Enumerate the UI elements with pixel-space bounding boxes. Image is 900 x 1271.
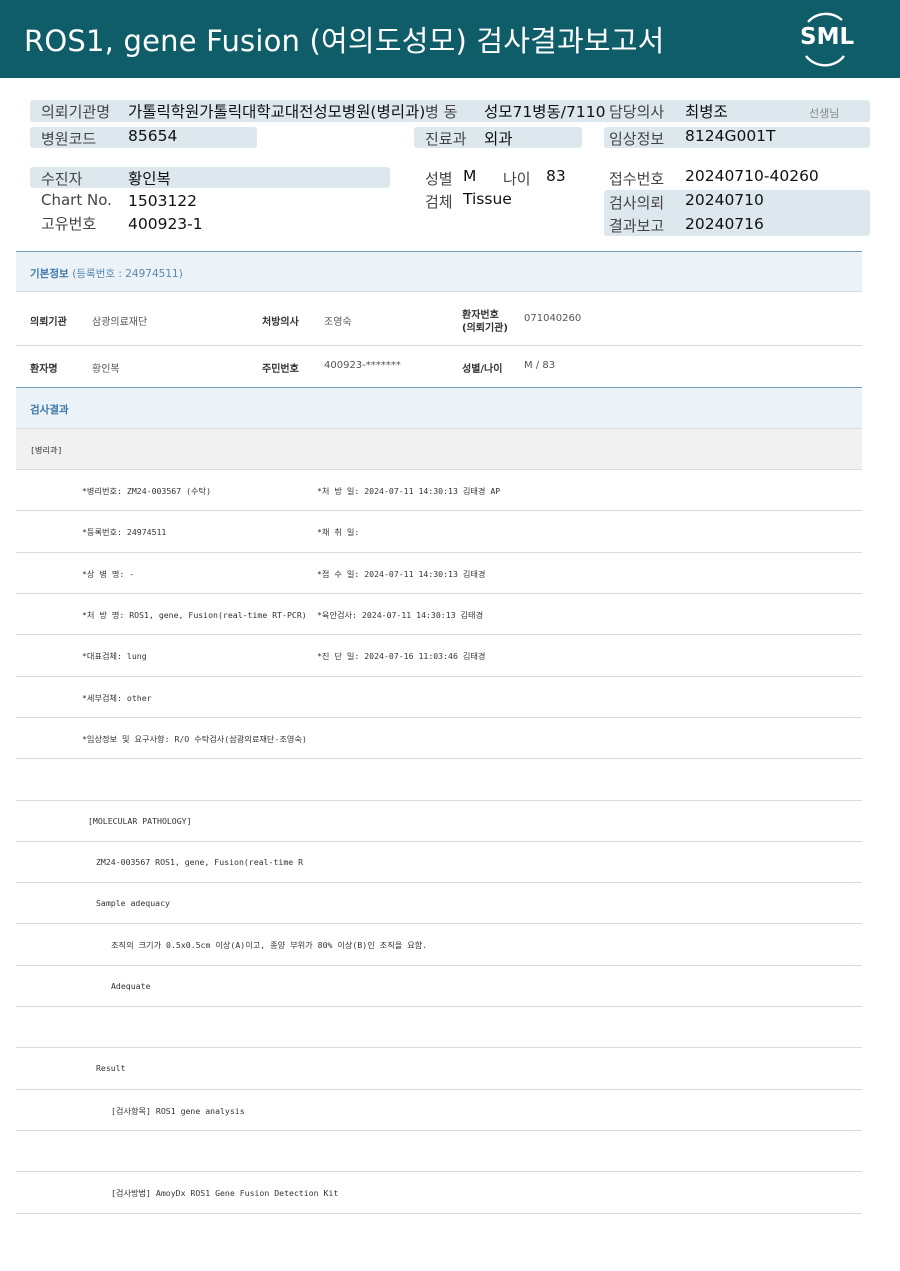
result-line-row: *상 병 명: - *접 수 일: 2024-07-11 14:30:13 김태경 (16, 553, 862, 595)
result-line-left: *대표검체: lung (82, 651, 147, 662)
molecular-text: ZM24-003567 ROS1, gene, Fusion(real-time… (96, 856, 304, 867)
result-line-left: *상 병 명: - (82, 568, 135, 579)
result-line-row: *임상정보 및 요구사항: R/O 수탁검사(삼광의료재단-조영숙) (16, 718, 862, 760)
ward-value: 성모71병동/7110 (484, 103, 606, 121)
report-title: ROS1, gene Fusion (여의도성모) 검사결과보고서 (24, 24, 665, 58)
chart-value: 1503122 (128, 192, 198, 210)
result-line-row: *세부검체: other (16, 677, 862, 718)
molecular-text: 조직의 크기가 0.5x0.5cm 이상(A)이고, 종양 부위가 80% 이상… (111, 940, 428, 951)
hospital-code-label: 병원코드 (41, 130, 97, 148)
doctor-suffix: 선생님 (809, 107, 840, 120)
results-section: 검사결과 (16, 387, 862, 429)
result-line-left: *임상정보 및 요구사항: R/O 수탁검사(삼광의료재단-조영숙) (82, 733, 307, 744)
subsection-label: [병리과] (30, 444, 63, 455)
request-value: 20240710 (685, 191, 764, 209)
dept-label: 진료과 (425, 130, 467, 148)
sex-value: M (463, 167, 477, 185)
result-line-left: *병리번호: ZM24-003567 (수탁) (82, 486, 211, 497)
result-table: 기본정보 (등록번호 : 24974511) 의뢰기관 삼광의료재단 처방의사 … (16, 251, 862, 1214)
age-label: 나이 (503, 170, 531, 188)
bi-patient-no-value: 071040260 (524, 313, 582, 325)
bi-prescriber-value: 조영숙 (324, 317, 352, 329)
doctor-value: 최병조 (685, 103, 728, 121)
specimen-value: Tissue (463, 190, 512, 208)
molecular-row: Adequate (16, 966, 862, 1008)
result-line-row: *병리번호: ZM24-003567 (수탁) *처 방 일: 2024-07-1… (16, 470, 862, 512)
basic-info-section: 기본정보 (등록번호 : 24974511) (16, 251, 862, 293)
logo-text: SML (800, 24, 855, 50)
molecular-row: Result (16, 1048, 862, 1090)
molecular-text: [MOLECULAR PATHOLOGY] (88, 815, 192, 826)
dept-value: 외과 (484, 130, 513, 148)
molecular-row (16, 1131, 862, 1173)
result-lines: *병리번호: ZM24-003567 (수탁) *처 방 일: 2024-07-1… (16, 470, 862, 801)
molecular-text: [검사항목] ROS1 gene analysis (111, 1105, 245, 1116)
receipt-value: 20240710-40260 (685, 167, 819, 185)
result-line-row: *대표검체: lung *진 단 일: 2024-07-16 11:03:46 김… (16, 635, 862, 677)
molecular-text: Adequate (111, 980, 151, 991)
molecular-row: Sample adequacy (16, 883, 862, 925)
result-line-right: *채 취 일: (317, 527, 360, 538)
unique-value: 400923-1 (128, 215, 203, 233)
institution-value: 가톨릭학원가톨릭대학교대전성모병원(병리과) (128, 103, 426, 121)
sex-label: 성별 (425, 170, 453, 188)
report-header: ROS1, gene Fusion (여의도성모) 검사결과보고서 SML (0, 0, 900, 78)
band-patient (30, 167, 390, 188)
specimen-label: 검체 (425, 193, 453, 211)
results-title: 검사결과 (30, 403, 69, 416)
bi-sex-age-label: 성별/나이 (462, 364, 503, 376)
bi-name-label: 환자명 (30, 364, 58, 376)
basic-info-row-1: 의뢰기관 삼광의료재단 처방의사 조영숙 환자번호 (의뢰기관) 0710402… (16, 292, 862, 347)
result-line-right: *육안검사: 2024-07-11 14:30:13 김태경 (317, 610, 484, 621)
result-line-right: *접 수 일: 2024-07-11 14:30:13 김태경 (317, 568, 486, 579)
result-line-left: *처 방 명: ROS1, gene, Fusion(real-time RT-… (82, 610, 307, 621)
hospital-code-value: 85654 (128, 127, 178, 145)
result-line-row: *등록번호: 24974511 *채 취 일: (16, 511, 862, 553)
bi-name-value: 황인복 (92, 364, 120, 376)
bi-institution-value: 삼광의료재단 (92, 317, 148, 329)
request-label: 검사의뢰 (609, 194, 665, 212)
clinical-value: 8124G001T (685, 127, 776, 145)
molecular-row (16, 1007, 862, 1049)
result-line-right: *진 단 일: 2024-07-16 11:03:46 김태경 (317, 651, 486, 662)
ward-label: 병 동 (425, 103, 458, 121)
results-subsection: [병리과] (16, 428, 862, 471)
patient-value: 황인복 (128, 170, 171, 188)
age-value: 83 (546, 167, 566, 185)
molecular-row: [검사항목] ROS1 gene analysis (16, 1090, 862, 1131)
institution-label: 의뢰기관명 (41, 103, 111, 121)
bi-institution-label: 의뢰기관 (30, 317, 67, 329)
molecular-text: Sample adequacy (96, 898, 170, 909)
molecular-row: [검사방법] AmoyDx ROS1 Gene Fusion Detection… (16, 1172, 862, 1214)
report-value: 20240716 (685, 215, 764, 233)
result-line-left: *등록번호: 24974511 (82, 527, 167, 538)
clinical-label: 임상정보 (609, 130, 665, 148)
molecular-lines: [MOLECULAR PATHOLOGY] ZM24-003567 ROS1, g… (16, 801, 862, 1214)
reg-note: (등록번호 : 24974511) (72, 268, 183, 280)
receipt-label: 접수번호 (609, 170, 665, 188)
bi-rrn-value: 400923-******* (324, 360, 401, 372)
molecular-row: ZM24-003567 ROS1, gene, Fusion(real-time… (16, 842, 862, 884)
bi-sex-age-value: M / 83 (524, 360, 556, 372)
molecular-row: [MOLECULAR PATHOLOGY] (16, 801, 862, 842)
doctor-label: 담당의사 (609, 103, 665, 121)
basic-info-row-2: 환자명 황인복 주민번호 400923-******* 성별/나이 M / 83 (16, 346, 862, 388)
unique-label: 고유번호 (41, 215, 97, 233)
basic-info-title: 기본정보 (30, 268, 69, 280)
patient-label: 수진자 (41, 170, 83, 188)
bi-patient-no-sublabel: (의뢰기관) (462, 323, 508, 335)
result-line-right: *처 방 일: 2024-07-11 14:30:13 김태경 AP (317, 486, 501, 497)
bi-prescriber-label: 처방의사 (262, 317, 299, 329)
result-line-left: *세부검체: other (82, 692, 152, 703)
molecular-text: Result (96, 1063, 126, 1074)
bi-rrn-label: 주민번호 (262, 364, 299, 376)
molecular-text: [검사방법] AmoyDx ROS1 Gene Fusion Detection… (111, 1188, 339, 1199)
molecular-row: 조직의 크기가 0.5x0.5cm 이상(A)이고, 종양 부위가 80% 이상… (16, 924, 862, 966)
report-label: 결과보고 (609, 217, 665, 235)
result-line-row: *처 방 명: ROS1, gene, Fusion(real-time RT-… (16, 594, 862, 636)
chart-label: Chart No. (41, 191, 112, 209)
result-gap-row (16, 759, 862, 801)
